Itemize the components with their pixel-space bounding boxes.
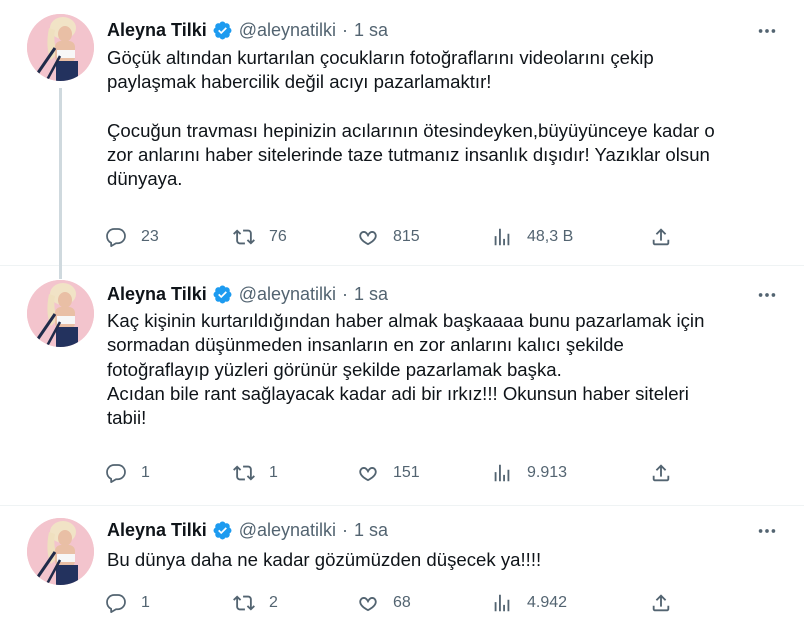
tweet-2[interactable]: Aleyna Tilki @aleynatilki · 1 sa Kaç kiş… [0,266,804,506]
views-icon [491,592,513,614]
tweet-header: Aleyna Tilki @aleynatilki · 1 sa [107,518,388,542]
reply-button[interactable]: 23 [105,224,159,250]
retweet-count: 76 [269,228,287,245]
verified-badge-icon [212,520,233,541]
reply-icon [105,462,127,484]
share-button[interactable] [650,224,672,250]
separator-dot: · [342,519,349,540]
like-count: 151 [393,464,420,481]
avatar-image [27,280,94,347]
view-count: 48,3 B [527,228,574,245]
verified-badge-icon [212,284,233,305]
reply-icon [105,226,127,248]
avatar[interactable] [27,14,94,81]
share-button[interactable] [650,460,672,486]
views-button[interactable]: 9.913 [491,460,567,486]
timestamp[interactable]: 1 sa [354,284,388,305]
more-options-button[interactable] [756,20,778,42]
avatar-image [27,518,94,585]
retweet-icon [233,226,255,248]
reply-button[interactable]: 1 [105,590,150,616]
retweet-button[interactable]: 1 [233,460,278,486]
author-handle[interactable]: @aleynatilki [239,520,336,541]
reply-count: 1 [141,464,150,481]
view-count: 4.942 [527,594,568,611]
like-button[interactable]: 151 [357,460,420,486]
tweet-header: Aleyna Tilki @aleynatilki · 1 sa [107,18,388,42]
thread-line [59,88,62,279]
more-icon [756,520,778,542]
separator-dot: · [342,19,349,40]
retweet-icon [233,592,255,614]
more-options-button[interactable] [756,284,778,306]
tweet-text: Göçük altından kurtarılan çocukların fot… [107,47,715,190]
action-bar: 1 2 68 4.942 [105,590,685,616]
tweet-text: Kaç kişinin kurtarıldığından haber almak… [107,310,705,429]
like-button[interactable]: 68 [357,590,411,616]
retweet-count: 2 [269,594,278,611]
author-name[interactable]: Aleyna Tilki [107,284,207,305]
avatar-image [27,14,94,81]
reply-button[interactable]: 1 [105,460,150,486]
heart-icon [357,592,379,614]
tweet-1[interactable]: Aleyna Tilki @aleynatilki · 1 sa Göçük a… [0,0,804,279]
author-handle[interactable]: @aleynatilki [239,284,336,305]
reply-count: 1 [141,594,150,611]
tweet-header: Aleyna Tilki @aleynatilki · 1 sa [107,282,388,306]
avatar[interactable] [27,280,94,347]
share-button[interactable] [650,590,672,616]
reply-icon [105,592,127,614]
retweet-icon [233,462,255,484]
views-icon [491,226,513,248]
share-icon [650,592,672,614]
verified-badge-icon [212,20,233,41]
like-count: 815 [393,228,420,245]
reply-count: 23 [141,228,159,245]
more-icon [756,20,778,42]
separator-dot: · [342,283,349,304]
like-count: 68 [393,594,411,611]
views-icon [491,462,513,484]
share-icon [650,462,672,484]
action-bar: 1 1 151 9.913 [105,460,685,486]
action-bar: 23 76 815 48,3 B [105,224,685,250]
author-name[interactable]: Aleyna Tilki [107,520,207,541]
like-button[interactable]: 815 [357,224,420,250]
retweet-button[interactable]: 2 [233,590,278,616]
retweet-count: 1 [269,464,278,481]
views-button[interactable]: 4.942 [491,590,567,616]
retweet-button[interactable]: 76 [233,224,287,250]
author-name[interactable]: Aleyna Tilki [107,20,207,41]
heart-icon [357,226,379,248]
view-count: 9.913 [527,464,568,481]
author-handle[interactable]: @aleynatilki [239,20,336,41]
more-options-button[interactable] [756,520,778,542]
tweet-3[interactable]: Aleyna Tilki @aleynatilki · 1 sa Bu düny… [0,506,804,644]
tweet-text: Bu dünya daha ne kadar gözümüzden düşece… [107,549,542,570]
more-icon [756,284,778,306]
timestamp[interactable]: 1 sa [354,520,388,541]
views-button[interactable]: 48,3 B [491,224,573,250]
heart-icon [357,462,379,484]
share-icon [650,226,672,248]
timestamp[interactable]: 1 sa [354,20,388,41]
avatar[interactable] [27,518,94,585]
